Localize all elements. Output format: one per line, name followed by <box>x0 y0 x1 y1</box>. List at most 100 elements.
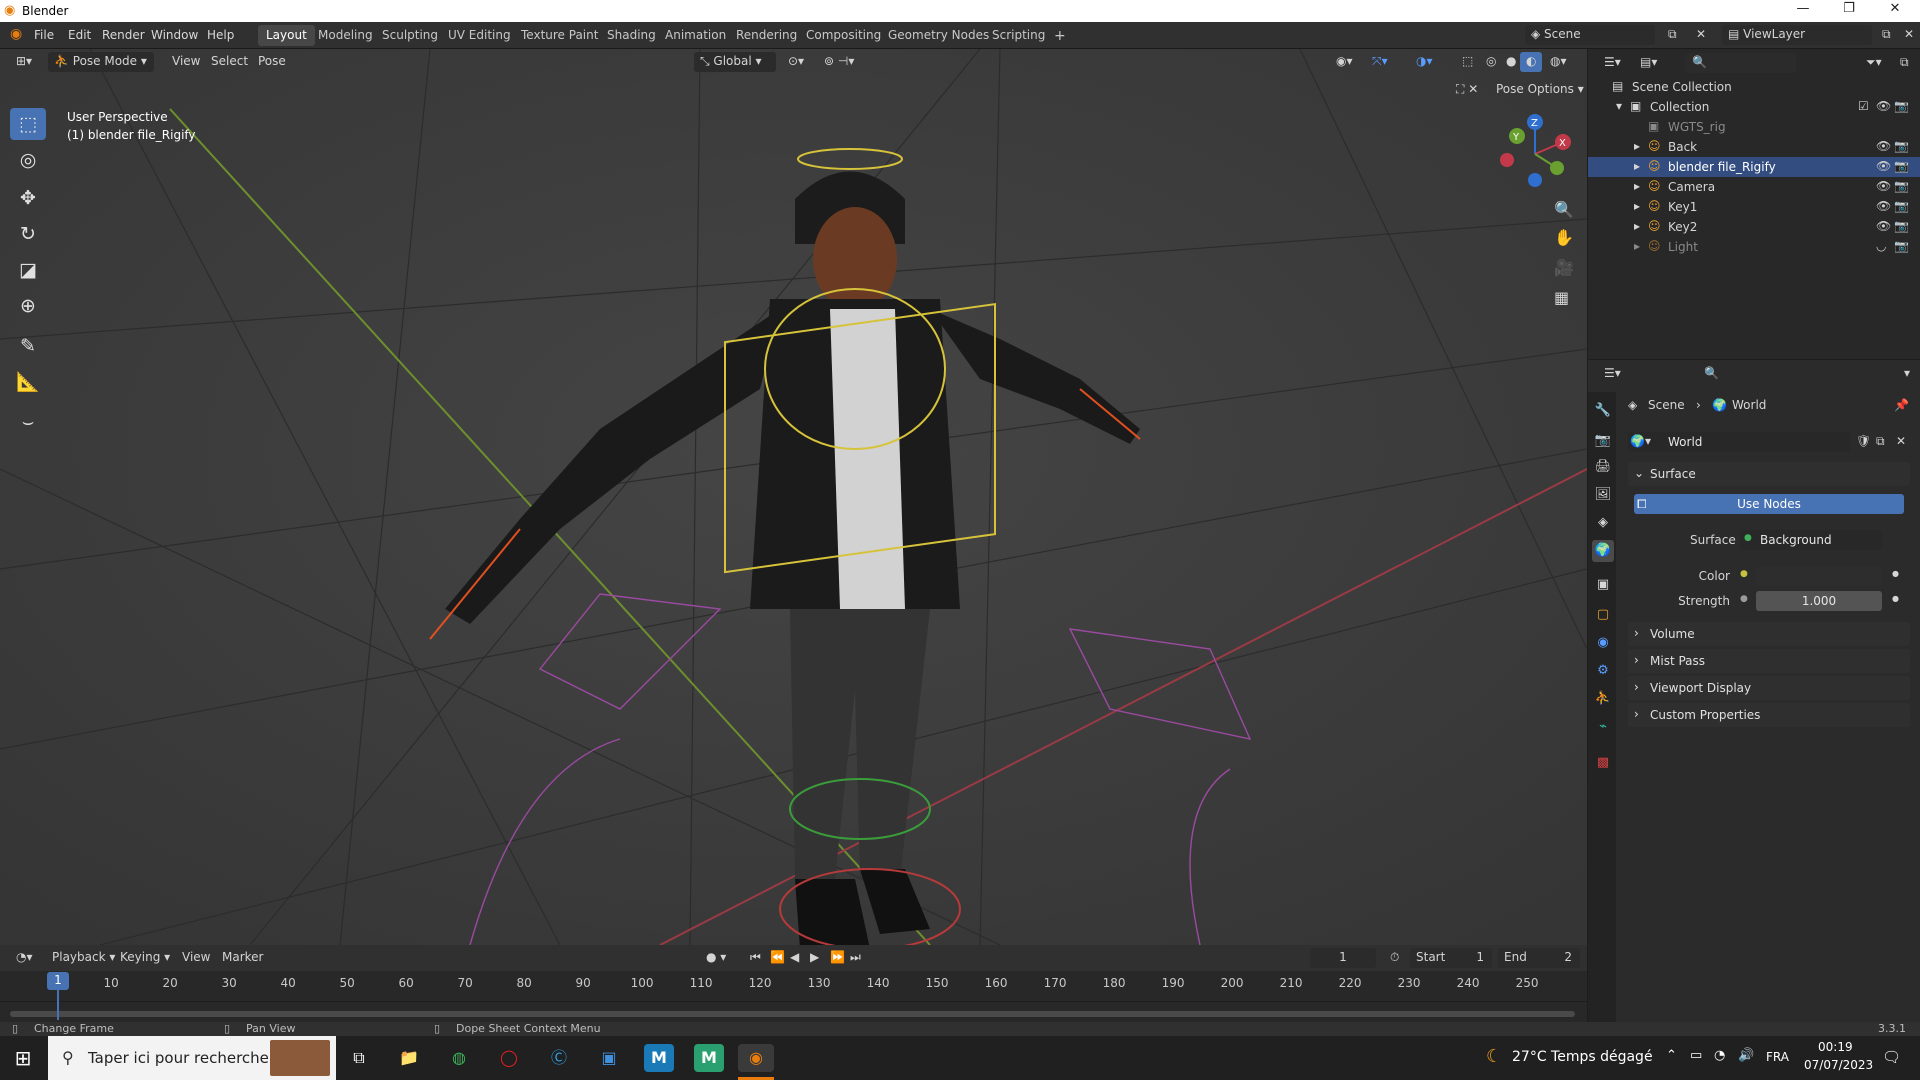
new-world-icon[interactable]: ⧉ <box>1876 434 1885 449</box>
delete-view-layer-icon[interactable]: ✕ <box>1898 25 1920 45</box>
menu-window[interactable]: Window <box>151 28 198 42</box>
output-tab-icon[interactable]: 🖨 <box>1592 456 1614 478</box>
start-frame-field[interactable]: Start 1 <box>1410 948 1492 968</box>
timeline-editor-type-icon[interactable]: ◔▾ <box>10 948 39 968</box>
wifi-icon[interactable]: ◔ <box>1714 1048 1725 1063</box>
menu-timeline-view[interactable]: View <box>176 948 216 968</box>
camera-render-icon[interactable]: 📷 <box>1894 239 1909 253</box>
filter-icon[interactable]: ⏷▾ <box>1860 53 1888 73</box>
menu-playback[interactable]: Playback ▾ <box>46 948 121 968</box>
select-box-tool-icon[interactable]: ⬚ <box>10 108 46 140</box>
new-scene-icon[interactable]: ⧉ <box>1662 25 1683 45</box>
timeline-scrollbar[interactable] <box>10 1011 1575 1017</box>
properties-search-field[interactable]: 🔍 <box>1698 364 1808 384</box>
expand-arrow-icon[interactable]: ▸ <box>1634 159 1640 173</box>
camera-render-icon[interactable]: 📷 <box>1894 159 1909 173</box>
app-m-blue-icon[interactable]: M <box>644 1044 674 1072</box>
tab-shading[interactable]: Shading <box>599 25 664 46</box>
tab-sculpting[interactable]: Sculpting <box>374 25 446 46</box>
overlays-toggle-icon[interactable]: ◑▾ <box>1410 52 1439 72</box>
mist-pass-panel-header[interactable]: › Mist Pass <box>1628 649 1910 673</box>
expand-arrow-icon[interactable]: ▸ <box>1634 219 1640 233</box>
outliner-item-light[interactable]: ▸ ☺ Light ◡ 📷 <box>1588 237 1920 257</box>
rotate-tool-icon[interactable]: ↻ <box>10 218 46 250</box>
eye-icon[interactable]: 👁 <box>1876 139 1891 153</box>
eye-icon[interactable]: 👁 <box>1876 99 1891 113</box>
new-collection-icon[interactable]: ⧉ <box>1894 53 1915 73</box>
notifications-icon[interactable]: 🗨 <box>1882 1048 1901 1066</box>
surface-shader-selector[interactable]: Background <box>1740 530 1882 550</box>
display-mode-icon[interactable]: ▤▾ <box>1634 53 1663 73</box>
annotate-tool-icon[interactable]: ✎ <box>10 330 46 362</box>
scene-tab-icon[interactable]: ◈ <box>1592 512 1614 534</box>
tab-compositing[interactable]: Compositing <box>798 25 889 46</box>
expand-arrow-icon[interactable]: ▾ <box>1616 99 1622 113</box>
tab-texture-paint[interactable]: Texture Paint <box>513 25 606 46</box>
timeline[interactable]: 1102030405060708090100110120130140150160… <box>0 971 1587 1023</box>
pose-options-button[interactable]: Pose Options ▾ <box>1490 80 1590 100</box>
keyframe-dot-icon[interactable]: ● <box>1892 594 1899 603</box>
viewport-scene[interactable] <box>0 49 1587 945</box>
unlink-world-icon[interactable]: ✕ <box>1896 434 1906 448</box>
menu-pose[interactable]: Pose <box>252 52 292 72</box>
navigation-gizmo[interactable]: Z X Y <box>1495 112 1575 192</box>
windows-start-icon[interactable]: ⊞ <box>8 1044 38 1072</box>
camera-render-icon[interactable]: 📷 <box>1894 199 1909 213</box>
menu-render[interactable]: Render <box>102 28 145 42</box>
menu-marker[interactable]: Marker <box>216 948 269 968</box>
object-data-tab-icon[interactable]: ⛹ <box>1592 688 1614 710</box>
outliner-item-blender-file-rigify[interactable]: ▸ ☺ blender file_Rigify 👁 📷 <box>1588 157 1920 177</box>
tab-animation[interactable]: Animation <box>657 25 734 46</box>
bone-tool-icon[interactable]: ⌣ <box>10 406 46 438</box>
physics-tab-icon[interactable]: ◉ <box>1592 632 1614 654</box>
outliner-item-camera[interactable]: ▸ ☺ Camera 👁 📷 <box>1588 177 1920 197</box>
add-workspace-icon[interactable]: + <box>1046 25 1074 46</box>
camera-render-icon[interactable]: 📷 <box>1894 99 1909 113</box>
minimize-button[interactable]: — <box>1780 1 1826 21</box>
menu-select[interactable]: Select <box>205 52 254 72</box>
taskbar-search-box[interactable]: ⚲ Taper ici pour rechercher <box>48 1036 336 1080</box>
collection-tab-icon[interactable]: ▣ <box>1592 574 1614 596</box>
pin-icon[interactable]: 📌 <box>1894 398 1909 412</box>
outliner-editor-type-icon[interactable]: ☰▾ <box>1598 53 1627 73</box>
battery-icon[interactable]: ▭ <box>1690 1048 1702 1063</box>
menu-file[interactable]: File <box>34 28 54 42</box>
view-layer-selector[interactable]: ▤ ViewLayer <box>1722 25 1872 45</box>
transform-orientation-selector[interactable]: ⤡ Global ▾ <box>694 52 776 72</box>
volume-icon[interactable]: 🔊 <box>1738 1048 1754 1063</box>
input-language[interactable]: FRA <box>1766 1050 1789 1064</box>
opera-icon[interactable]: ◯ <box>494 1044 524 1072</box>
ccleaner-icon[interactable]: Ⓒ <box>544 1044 574 1072</box>
auto-keying-icon[interactable]: ● ▾ <box>700 948 732 968</box>
volume-panel-header[interactable]: › Volume <box>1628 622 1910 646</box>
stopwatch-icon[interactable]: ⏱ <box>1384 948 1405 968</box>
menu-keying[interactable]: Keying ▾ <box>114 948 176 968</box>
expand-arrow-icon[interactable]: ▸ <box>1634 199 1640 213</box>
camera-render-icon[interactable]: 📷 <box>1894 179 1909 193</box>
properties-editor-type-icon[interactable]: ☰▾ <box>1598 364 1627 384</box>
outliner-item-wgts-rig[interactable]: ▣ WGTS_rig <box>1588 117 1920 137</box>
outliner-search-field[interactable]: 🔍 <box>1686 53 1796 73</box>
surface-panel-header[interactable]: ⌄ Surface <box>1628 462 1910 486</box>
scale-tool-icon[interactable]: ◪ <box>10 254 46 286</box>
custom-properties-panel-header[interactable]: › Custom Properties <box>1628 703 1910 727</box>
snapping-options-icon[interactable]: ⛶ ✕ <box>1450 80 1484 100</box>
current-frame-field[interactable]: 1 <box>1310 948 1376 968</box>
play-icon[interactable]: ▶ <box>804 948 825 968</box>
viewport-display-panel-header[interactable]: › Viewport Display <box>1628 676 1910 700</box>
texture-tab-icon[interactable]: ▩ <box>1592 752 1614 774</box>
mode-selector[interactable]: ⛹ Pose Mode ▾ <box>48 52 154 72</box>
restore-button[interactable]: ❐ <box>1826 1 1872 21</box>
outliner-item-back[interactable]: ▸ ☺ Back 👁 📷 <box>1588 137 1920 157</box>
measure-tool-icon[interactable]: 📐 <box>10 366 46 398</box>
view-layer-tab-icon[interactable]: 🖼 <box>1592 484 1614 506</box>
tab-geometry-nodes[interactable]: Geometry Nodes <box>880 25 997 46</box>
gizmo-toggle-icon[interactable]: ⤧▾ <box>1366 52 1394 72</box>
pivot-point-icon[interactable]: ⊙▾ <box>782 52 810 72</box>
task-view-icon[interactable]: ⧉ <box>344 1044 374 1072</box>
blender-menu-icon[interactable]: ◉ <box>10 26 22 42</box>
outliner-item-key1[interactable]: ▸ ☺ Key1 👁 📷 <box>1588 197 1920 217</box>
strength-input[interactable]: 1.000 <box>1756 591 1882 611</box>
expand-arrow-icon[interactable]: ▸ <box>1634 239 1640 253</box>
menu-edit[interactable]: Edit <box>68 28 91 42</box>
